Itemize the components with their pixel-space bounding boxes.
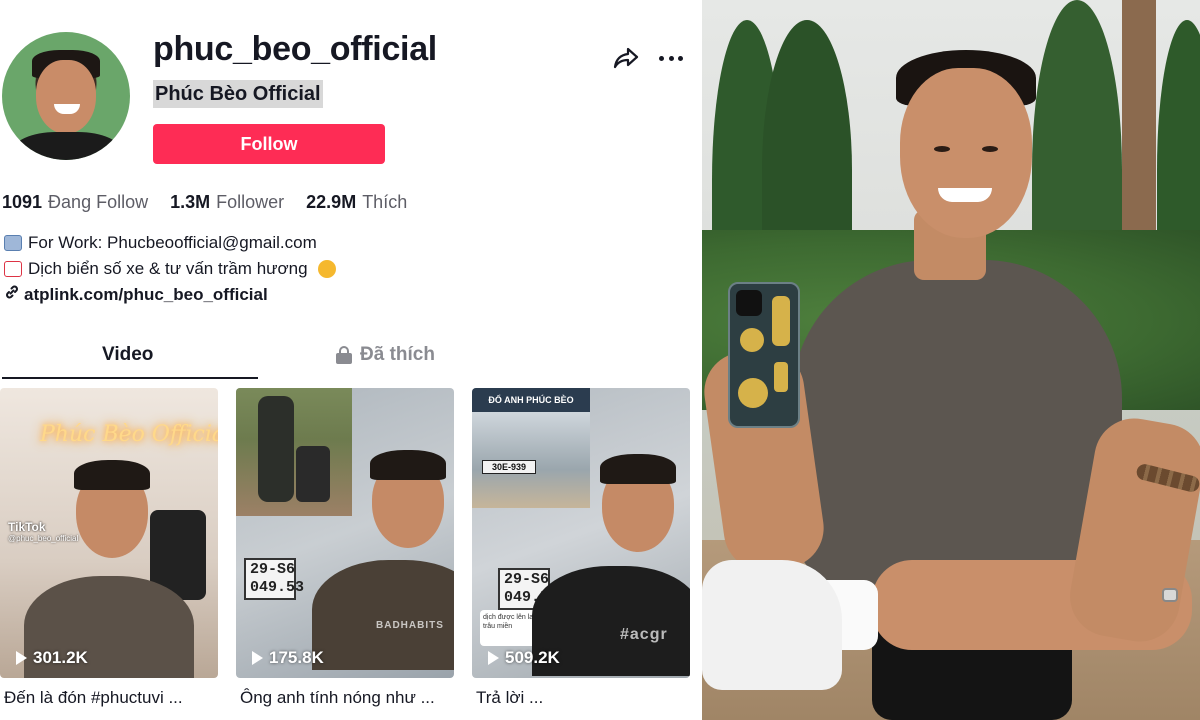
profile-stats: 1091 Đang Follow 1.3M Follower 22.9M Thích: [2, 192, 407, 213]
tab-video[interactable]: Video: [102, 344, 153, 366]
person-smile: [938, 188, 992, 202]
avatar[interactable]: [2, 32, 130, 160]
view-count: 301.2K: [16, 648, 88, 668]
profile-tabs: Video Đã thích: [0, 336, 700, 380]
link-text: atplink.com/phuc_beo_official: [24, 284, 268, 304]
sneaker: [702, 560, 842, 690]
profile-bio: For Work: Phucbeoofficial@gmail.com Dịch…: [4, 230, 336, 282]
stat-following[interactable]: 1091 Đang Follow: [2, 192, 148, 213]
video-caption[interactable]: Ông anh tính nóng như ...: [240, 688, 458, 708]
memo-icon: [4, 261, 22, 277]
video-card[interactable]: ĐỔ ANH PHÚC BÈO 30E-939 29-S6 049.53 dịc…: [472, 388, 690, 678]
more-horizontal-icon[interactable]: [656, 44, 686, 72]
gold-emblem: [740, 328, 764, 352]
car-photo: 30E-939: [472, 412, 590, 508]
stat-value: 1091: [2, 192, 43, 212]
stat-label: Thích: [362, 192, 408, 212]
watermark-brand: TikTok: [8, 520, 46, 534]
view-count: 509.2K: [488, 648, 560, 668]
person-head: [900, 68, 1032, 238]
view-count: 175.8K: [252, 648, 324, 668]
inset-man: [258, 396, 294, 502]
view-count-text: 301.2K: [33, 648, 88, 667]
portrait-photo: [702, 0, 1200, 720]
tab-liked-label: Đã thích: [360, 344, 435, 365]
lock-icon: [336, 346, 352, 364]
tiktok-profile-panel: phuc_beo_official Phúc Bèo Official Foll…: [0, 0, 700, 720]
bio-line: For Work: Phucbeoofficial@gmail.com: [4, 230, 336, 256]
video-banner: ĐỔ ANH PHÚC BÈO: [472, 388, 590, 412]
envelope-icon: [4, 235, 22, 251]
neon-sign-text: Phúc Bèo Official: [40, 422, 218, 447]
tab-liked[interactable]: Đã thích: [336, 344, 435, 366]
avatar-shirt: [12, 132, 122, 160]
ring: [1162, 588, 1178, 602]
bio-text: For Work: Phucbeoofficial@gmail.com: [28, 233, 317, 252]
link-icon: [4, 284, 20, 305]
car-plate: 30E-939: [482, 460, 536, 474]
gold-emblem: [774, 362, 788, 392]
profile-nickname: Phúc Bèo Official: [153, 80, 323, 108]
view-count-text: 175.8K: [269, 648, 324, 667]
inset-motorbike: [296, 446, 330, 502]
gold-emblem: [772, 296, 790, 346]
video-caption[interactable]: Trả lời ...: [476, 688, 694, 708]
bio-text: Dịch biển số xe & tư vấn trầm hương: [28, 259, 308, 278]
tiktok-watermark: TikTok @phuc_beo_official: [8, 520, 78, 543]
stat-label: Follower: [216, 192, 285, 212]
profile-username: phuc_beo_official: [153, 30, 437, 68]
pointing-down-icon: [317, 260, 336, 278]
video-card[interactable]: Phúc Bèo Official TikTok @phuc_beo_offic…: [0, 388, 218, 678]
more-dot: [678, 55, 683, 61]
play-icon: [16, 651, 27, 665]
more-dot: [659, 55, 664, 61]
person-hair: [74, 460, 150, 490]
shirt-print: BADHABITS: [376, 620, 444, 631]
profile-link[interactable]: atplink.com/phuc_beo_official: [4, 284, 268, 305]
person-torso: [792, 260, 1122, 590]
license-plate: 29-S6 049.53: [244, 558, 304, 600]
follow-button[interactable]: Follow: [153, 124, 385, 164]
bio-line: Dịch biển số xe & tư vấn trầm hương: [4, 256, 336, 282]
person-eye: [982, 146, 998, 152]
phone-camera: [736, 290, 762, 316]
shirt-print: #acgr: [620, 626, 668, 643]
stat-value: 22.9M: [306, 192, 357, 212]
more-dot: [668, 55, 674, 61]
share-arrow-icon[interactable]: [612, 44, 640, 72]
video-card[interactable]: 29-S6 049.53 BADHABITS 175.8K: [236, 388, 454, 678]
stat-label: Đang Follow: [48, 192, 149, 212]
view-count-text: 509.2K: [505, 648, 560, 667]
stat-value: 1.3M: [170, 192, 211, 212]
phone-with-gold-case: [728, 282, 800, 428]
person-hair: [370, 450, 446, 480]
person-eye: [934, 146, 950, 152]
play-icon: [252, 651, 263, 665]
active-tab-indicator: [2, 377, 258, 379]
play-icon: [488, 651, 499, 665]
stat-likes: 22.9M Thích: [306, 192, 407, 213]
stat-followers[interactable]: 1.3M Follower: [170, 192, 284, 213]
gold-emblem: [738, 378, 768, 408]
person-hair: [600, 454, 676, 484]
avatar-face: [36, 60, 96, 134]
inset-photo: [236, 388, 352, 516]
watermark-handle: @phuc_beo_official: [8, 534, 79, 543]
person-body: [312, 560, 454, 670]
video-caption[interactable]: Đến là đón #phuctuvi ...: [4, 688, 222, 708]
